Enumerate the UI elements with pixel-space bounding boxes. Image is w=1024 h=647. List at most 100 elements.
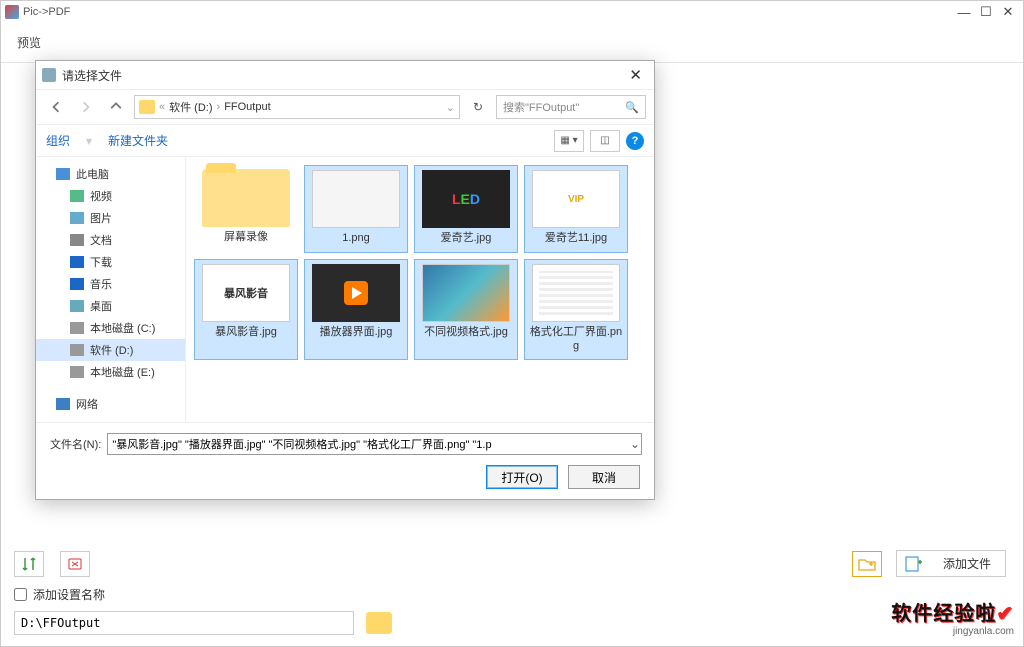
close-button[interactable]: ✕	[997, 4, 1019, 20]
file-item[interactable]: LED 爱奇艺.jpg	[414, 165, 518, 253]
maximize-button[interactable]: ☐	[975, 4, 997, 20]
new-folder-button[interactable]: 新建文件夹	[108, 132, 168, 149]
file-item[interactable]: 不同视频格式.jpg	[414, 259, 518, 361]
sidebar-item-label: 软件 (D:)	[90, 342, 133, 358]
organize-menu[interactable]: 组织	[46, 132, 70, 149]
sidebar-item[interactable]: 图片	[36, 207, 185, 229]
search-placeholder: 搜索"FFOutput"	[503, 99, 579, 115]
browse-output-button[interactable]	[366, 612, 392, 634]
sidebar-item-icon	[70, 366, 84, 378]
file-item[interactable]: 播放器界面.jpg	[304, 259, 408, 361]
filename-input[interactable]	[107, 433, 642, 455]
tab-preview[interactable]: 预览	[17, 34, 41, 51]
sidebar-item[interactable]: 软件 (D:)	[36, 339, 185, 361]
file-thumbnail	[422, 264, 510, 322]
dialog-title: 请选择文件	[62, 67, 122, 84]
file-thumbnail: VIP	[532, 170, 620, 228]
nav-back-button[interactable]	[44, 95, 68, 119]
file-thumbnail	[202, 169, 290, 227]
watermark-brand: 软件经验啦✔	[891, 597, 1014, 626]
remove-button[interactable]	[60, 551, 90, 577]
main-titlebar: Pic->PDF — ☐ ✕	[1, 1, 1023, 23]
add-folder-icon	[858, 557, 876, 571]
file-thumbnail: LED	[422, 170, 510, 228]
sidebar-item-icon	[70, 300, 84, 312]
file-grid[interactable]: 屏幕录像 1.png LED 爱奇艺.jpg VIP爱奇艺11.jpg 暴风影音暴风影音.…	[186, 157, 654, 422]
file-thumbnail: 暴风影音	[202, 264, 290, 322]
filename-label: 文件名(N):	[50, 436, 101, 452]
remove-icon	[67, 556, 83, 572]
file-item[interactable]: 格式化工厂界面.png	[524, 259, 628, 361]
sidebar-item-label: 桌面	[90, 298, 112, 314]
add-settings-name-label: 添加设置名称	[33, 586, 105, 603]
sidebar-item-icon	[70, 256, 84, 268]
sidebar-item-icon	[70, 190, 84, 202]
sidebar-item[interactable]: 此电脑	[36, 163, 185, 185]
option-row: 添加设置名称	[14, 586, 105, 603]
file-label: 爱奇艺.jpg	[441, 232, 492, 246]
file-open-dialog: 请选择文件 ✕ « 软件 (D:) › FFOutput ⌄ ↻ 搜索"FFOu…	[35, 60, 655, 500]
sidebar-item[interactable]: 视频	[36, 185, 185, 207]
add-settings-name-checkbox[interactable]	[14, 588, 27, 601]
sidebar-item-icon	[56, 398, 70, 410]
minimize-button[interactable]: —	[953, 5, 975, 20]
sidebar: 此电脑视频图片文档下载音乐桌面本地磁盘 (C:) 软件 (D:) 本地磁盘 (E:)…	[36, 157, 186, 422]
add-folder-button[interactable]	[852, 551, 882, 577]
cancel-button[interactable]: 取消	[568, 465, 640, 489]
dialog-toolbar: 组织 ▾ 新建文件夹 ▦ ▾ ◫ ?	[36, 125, 654, 157]
sidebar-item-icon	[70, 212, 84, 224]
nav-forward-button[interactable]	[74, 95, 98, 119]
file-label: 暴风影音.jpg	[215, 326, 277, 340]
sidebar-item-label: 文档	[90, 232, 112, 248]
sort-icon	[21, 556, 37, 572]
dialog-footer: 文件名(N): ⌄ 打开(O) 取消	[36, 422, 654, 499]
help-button[interactable]: ?	[626, 132, 644, 150]
file-item[interactable]: 1.png	[304, 165, 408, 253]
breadcrumb-folder[interactable]: FFOutput	[224, 101, 270, 113]
file-label: 1.png	[342, 232, 370, 246]
breadcrumb-dropdown-icon[interactable]: ⌄	[446, 101, 455, 114]
bottom-right-buttons: 添加文件	[852, 550, 1006, 577]
dialog-icon	[42, 68, 56, 82]
add-file-button[interactable]: 添加文件	[896, 550, 1006, 577]
sidebar-item[interactable]: 本地磁盘 (E:)	[36, 361, 185, 383]
bottom-left-buttons	[14, 551, 90, 577]
main-toolbar: 预览	[1, 23, 1023, 63]
dialog-close-button[interactable]: ✕	[623, 66, 648, 84]
preview-pane-button[interactable]: ◫	[590, 130, 620, 152]
watermark: 软件经验啦✔ jingyanla.com	[891, 597, 1014, 637]
sort-button[interactable]	[14, 551, 44, 577]
refresh-button[interactable]: ↻	[466, 100, 490, 114]
breadcrumb-sep: «	[159, 101, 165, 113]
file-label: 屏幕录像	[224, 231, 268, 245]
sidebar-item-label: 视频	[90, 188, 112, 204]
search-input[interactable]: 搜索"FFOutput" 🔍	[496, 95, 646, 119]
arrow-up-icon	[110, 101, 122, 113]
arrow-left-icon	[50, 101, 62, 113]
sidebar-item[interactable]: 网络	[36, 393, 185, 415]
file-item[interactable]: VIP爱奇艺11.jpg	[524, 165, 628, 253]
file-thumbnail	[312, 170, 400, 228]
sidebar-item-icon	[70, 234, 84, 246]
sidebar-item-label: 音乐	[90, 276, 112, 292]
sidebar-item[interactable]: 下载	[36, 251, 185, 273]
file-item[interactable]: 暴风影音暴风影音.jpg	[194, 259, 298, 361]
view-mode-button[interactable]: ▦ ▾	[554, 130, 584, 152]
file-item[interactable]: 屏幕录像	[194, 165, 298, 253]
file-label: 格式化工厂界面.png	[527, 326, 625, 354]
sidebar-item[interactable]: 音乐	[36, 273, 185, 295]
dialog-body: 此电脑视频图片文档下载音乐桌面本地磁盘 (C:) 软件 (D:) 本地磁盘 (E:)…	[36, 157, 654, 422]
open-button[interactable]: 打开(O)	[486, 465, 558, 489]
sidebar-item-icon	[70, 322, 84, 334]
sidebar-item[interactable]: 桌面	[36, 295, 185, 317]
sidebar-item-icon	[70, 344, 84, 356]
sidebar-item[interactable]: 本地磁盘 (C:)	[36, 317, 185, 339]
watermark-url: jingyanla.com	[891, 626, 1014, 637]
breadcrumb[interactable]: « 软件 (D:) › FFOutput ⌄	[134, 95, 460, 119]
nav-up-button[interactable]	[104, 95, 128, 119]
output-path-input[interactable]	[14, 611, 354, 635]
app-title: Pic->PDF	[23, 6, 70, 18]
breadcrumb-drive[interactable]: 软件 (D:)	[169, 99, 212, 115]
sidebar-item[interactable]: 文档	[36, 229, 185, 251]
file-label: 播放器界面.jpg	[320, 326, 393, 340]
